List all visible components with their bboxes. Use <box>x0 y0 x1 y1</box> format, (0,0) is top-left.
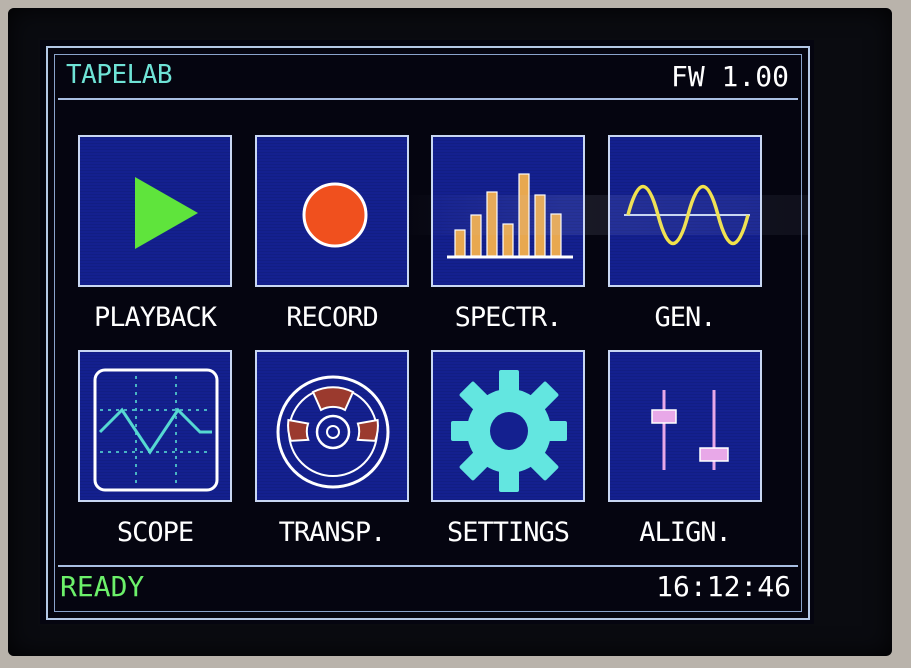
align-tile[interactable] <box>608 350 762 502</box>
record-tile[interactable] <box>255 135 409 287</box>
scope-tile[interactable] <box>78 350 232 502</box>
sine-wave-icon <box>624 184 750 246</box>
spectrum-tile[interactable] <box>431 135 585 287</box>
clock: 16:12:46 <box>656 570 791 603</box>
oscilloscope-icon <box>93 368 219 492</box>
spectrum-icon <box>447 173 573 259</box>
record-icon <box>302 182 368 248</box>
transport-label[interactable]: TRANSP. <box>242 517 422 548</box>
status-text: READY <box>60 570 145 603</box>
record-label[interactable]: RECORD <box>242 302 422 333</box>
transport-tile[interactable] <box>255 350 409 502</box>
firmware-version: FW 1.00 <box>670 60 789 93</box>
generator-tile[interactable] <box>608 135 762 287</box>
gear-icon <box>451 370 567 492</box>
playback-tile[interactable] <box>78 135 232 287</box>
settings-tile[interactable] <box>431 350 585 502</box>
align-label[interactable]: ALIGN. <box>595 517 775 548</box>
slider-icon <box>651 390 729 470</box>
generator-label[interactable]: GEN. <box>595 302 775 333</box>
footer-divider <box>58 565 798 567</box>
play-icon <box>135 177 198 249</box>
header-divider <box>58 98 798 100</box>
app-title: TAPELAB <box>66 60 173 90</box>
settings-label[interactable]: SETTINGS <box>418 517 598 548</box>
playback-label[interactable]: PLAYBACK <box>65 302 245 333</box>
spectrum-label[interactable]: SPECTR. <box>418 302 598 333</box>
reel-icon <box>276 375 390 489</box>
scope-label[interactable]: SCOPE <box>65 517 245 548</box>
